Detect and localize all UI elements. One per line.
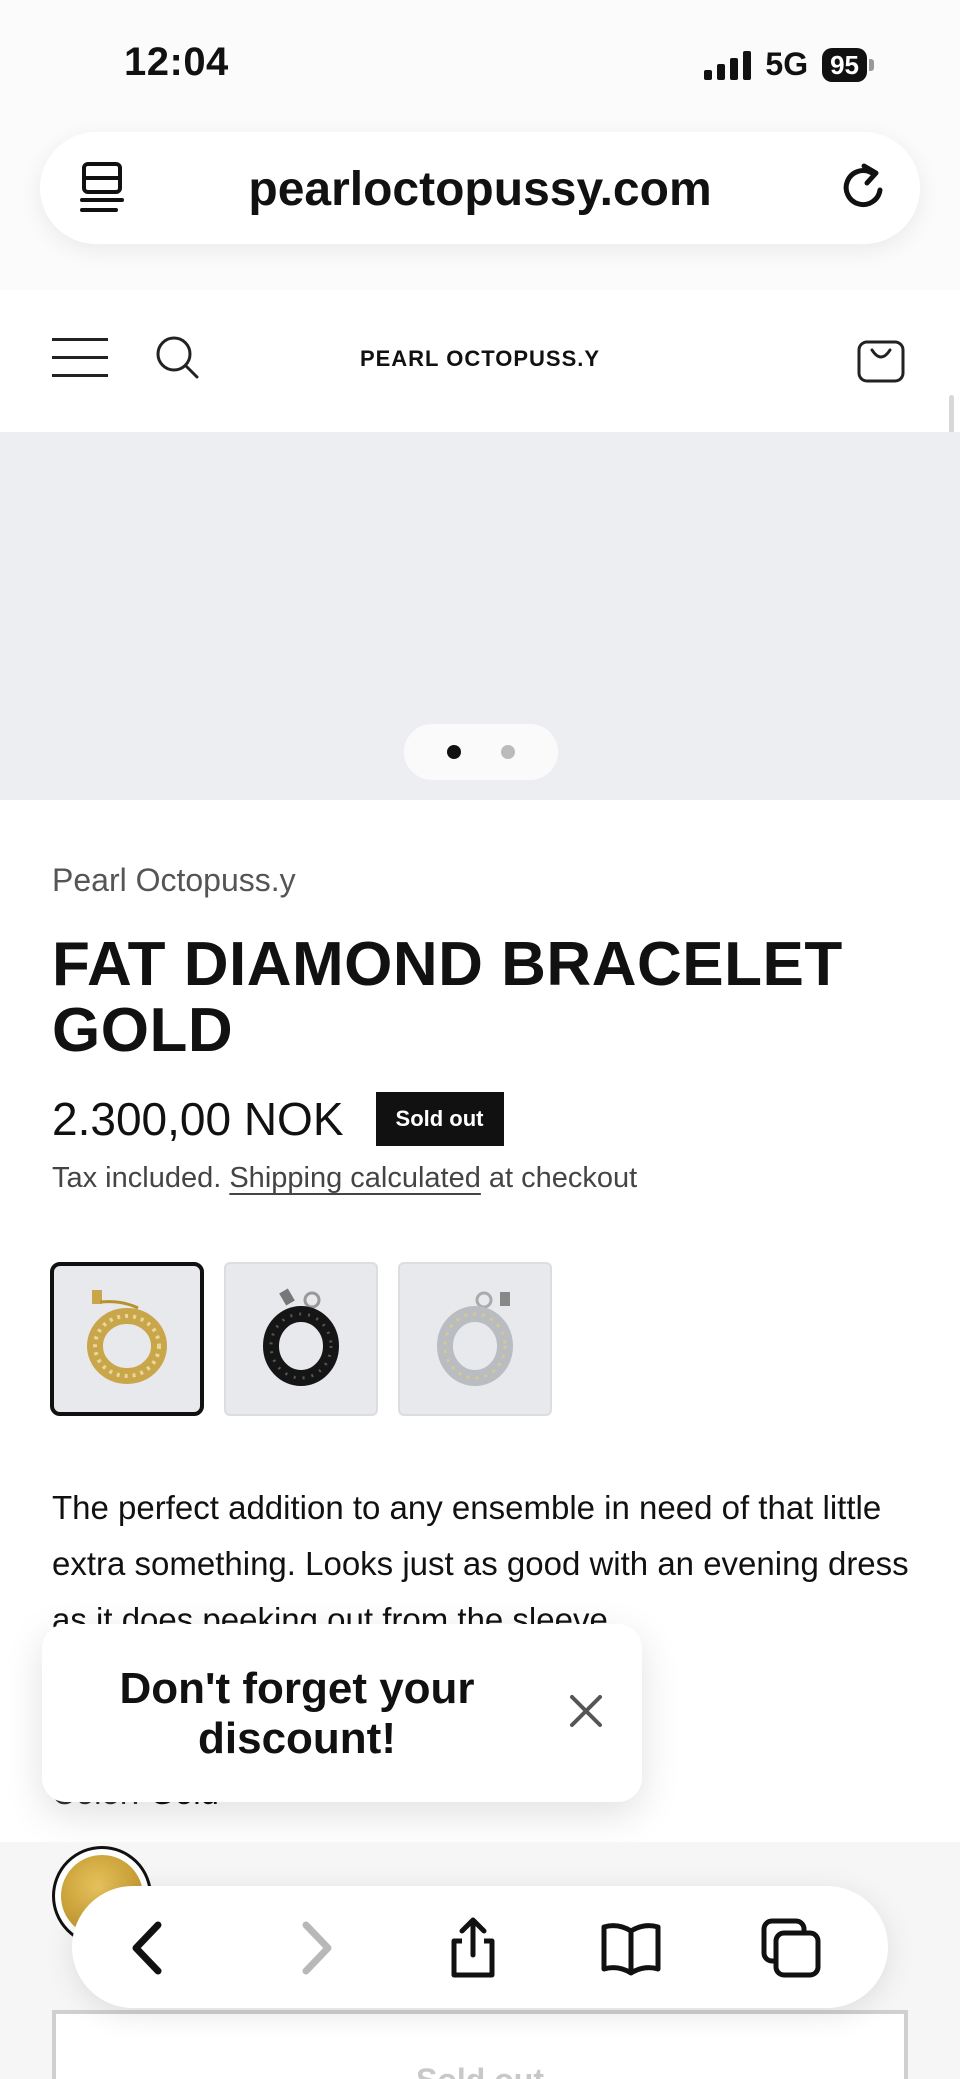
product-description: The perfect addition to any ensemble in … <box>52 1489 909 1638</box>
reload-icon[interactable] <box>834 158 894 218</box>
tax-prefix: Tax included. <box>52 1162 222 1194</box>
discount-popup-text[interactable]: Don't forget your discount! <box>102 1664 492 1764</box>
tax-suffix: at checkout <box>488 1162 638 1194</box>
product-gallery[interactable] <box>0 432 960 800</box>
browser-url-area: pearloctopussy.com <box>0 120 960 290</box>
url-text[interactable]: pearloctopussy.com <box>40 162 920 217</box>
close-icon[interactable] <box>566 1691 606 1731</box>
chevron-left-icon[interactable] <box>118 1917 180 1979</box>
discount-popup[interactable]: Don't forget your discount! <box>42 1624 642 1802</box>
address-bar[interactable]: pearloctopussy.com <box>40 132 920 244</box>
product-title: FAT DIAMOND BRACELET GOLD <box>52 930 843 1065</box>
battery-level: 95 <box>822 47 867 82</box>
variant-thumbnails <box>50 1262 552 1416</box>
browser-toolbar <box>72 1886 888 2008</box>
share-icon[interactable] <box>442 1917 504 1979</box>
signal-icon <box>704 50 752 80</box>
price-row: 2.300,00 NOK Sold out <box>52 1092 504 1146</box>
cart-icon[interactable] <box>856 332 906 384</box>
product-price: 2.300,00 NOK <box>52 1093 344 1145</box>
product-vendor[interactable]: Pearl Octopuss.y <box>52 862 296 899</box>
sold-out-button[interactable]: Sold out <box>52 2010 908 2079</box>
shipping-link[interactable]: Shipping calculated <box>229 1162 481 1194</box>
book-icon[interactable] <box>600 1917 662 1979</box>
gallery-dot-1[interactable] <box>447 745 461 759</box>
tabs-icon[interactable] <box>760 1917 822 1979</box>
status-indicators: 5G 95 <box>704 46 874 83</box>
network-label: 5G <box>765 46 809 82</box>
battery-icon: 95 <box>822 47 874 82</box>
variant-thumb-gold[interactable] <box>50 1262 204 1416</box>
chevron-right-icon[interactable] <box>284 1917 346 1979</box>
gallery-dot-2[interactable] <box>501 745 515 759</box>
variant-thumb-black[interactable] <box>224 1262 378 1416</box>
gallery-pagination <box>404 724 558 780</box>
store-logo[interactable]: PEARL OCTOPUSS.Y <box>0 346 960 372</box>
status-bar: 12:04 5G 95 <box>0 0 960 120</box>
bracelet-silver-image <box>437 1291 513 1386</box>
bracelet-gold-image <box>87 1290 167 1384</box>
status-time: 12:04 <box>124 40 229 84</box>
status-badge: Sold out <box>375 1092 504 1146</box>
store-header: PEARL OCTOPUSS.Y <box>0 290 960 432</box>
variant-thumb-silver[interactable] <box>398 1262 552 1416</box>
tax-info: Tax included. Shipping calculated at che… <box>52 1162 637 1195</box>
bracelet-black-image <box>263 1288 339 1386</box>
